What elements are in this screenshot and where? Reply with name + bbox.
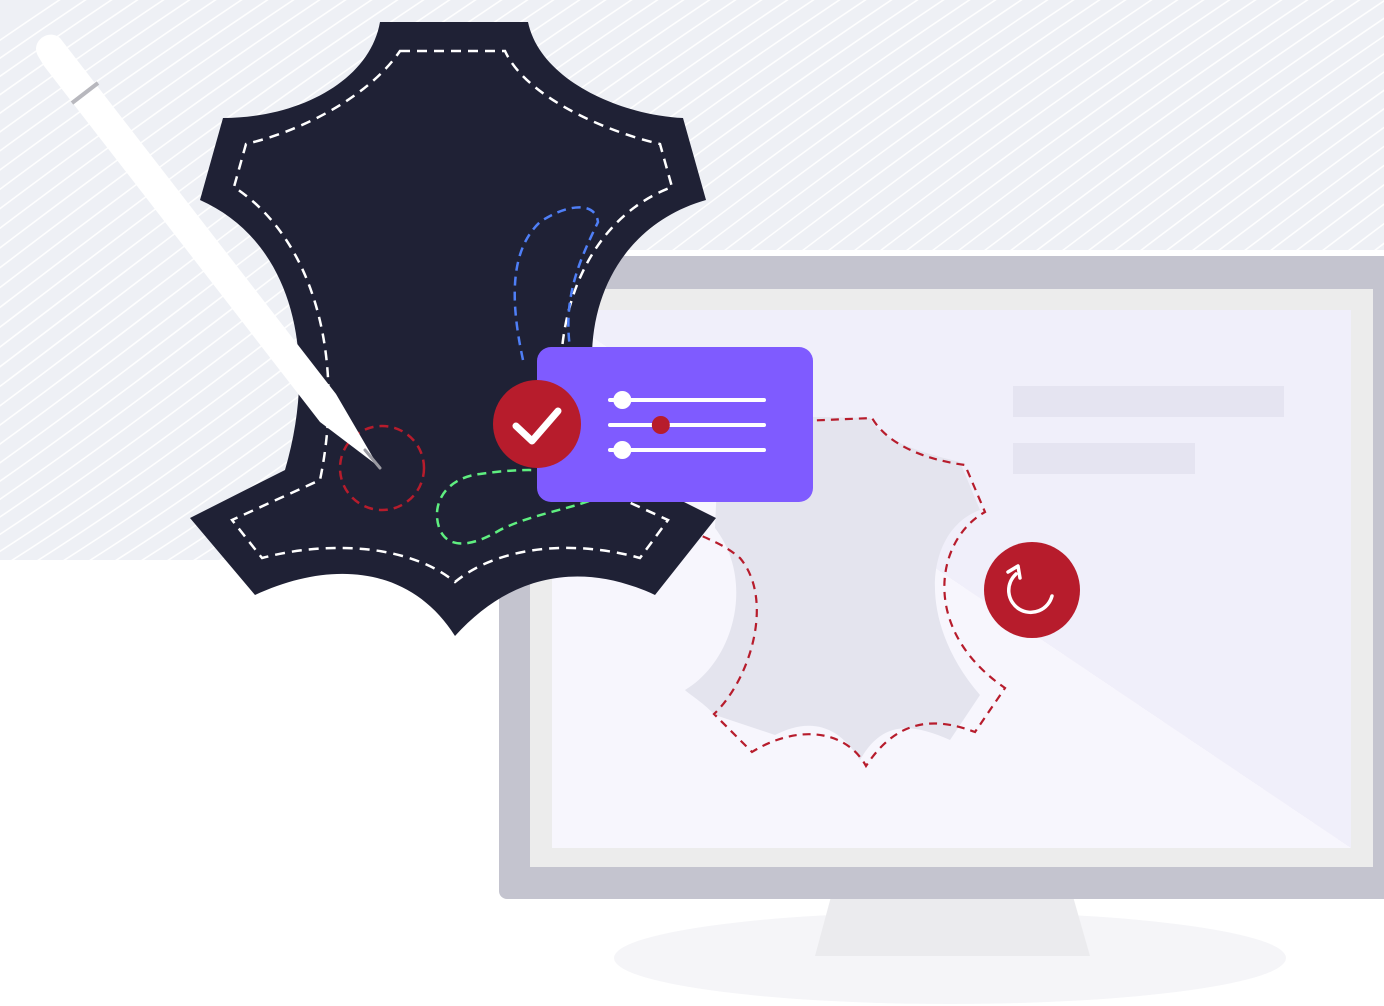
illustration-canvas [0,0,1384,1004]
slider-knob [613,441,632,459]
screen-placeholder-bar-2 [1013,443,1195,474]
slider-knob [651,416,670,434]
leather-cutting-illustration [0,0,1384,1006]
monitor-stand [815,893,1090,956]
check-badge-circle [493,380,581,468]
refresh-badge-circle [984,542,1080,638]
sliders-icon [608,391,766,459]
refresh-badge [984,542,1080,638]
check-badge [493,380,581,468]
slider-knob [613,391,632,409]
screen-placeholder-bar-1 [1013,386,1284,417]
